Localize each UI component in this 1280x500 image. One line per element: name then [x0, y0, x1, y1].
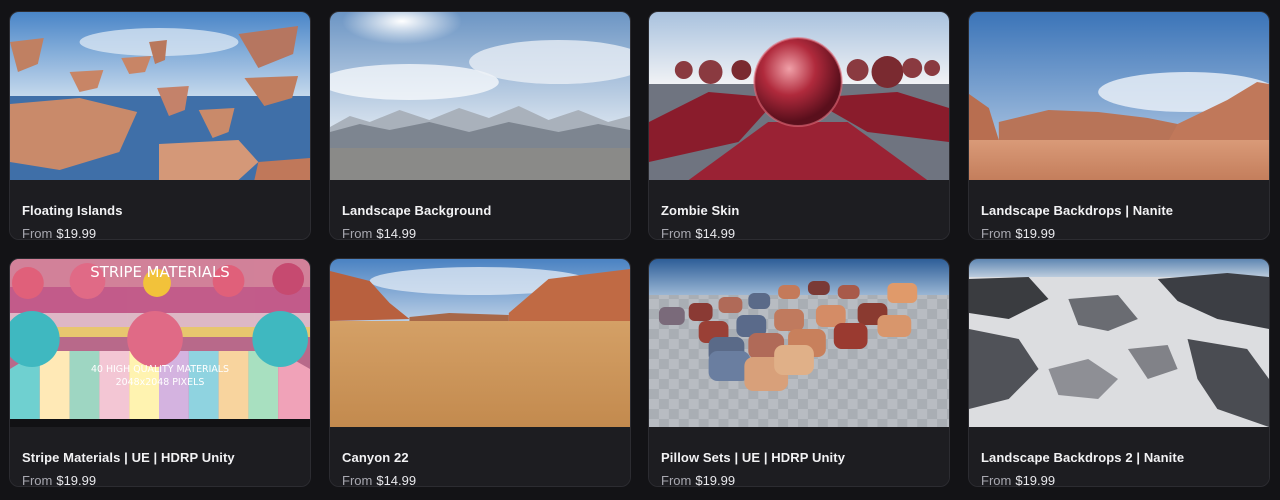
overlay-title: STRIPE MATERIALS: [90, 263, 229, 281]
price-amount: $14.99: [695, 226, 736, 240]
price-prefix: From: [661, 226, 692, 240]
product-card-canyon-22[interactable]: Canyon 22 From $14.99: [329, 258, 631, 487]
product-price: From $19.99: [22, 473, 97, 487]
product-thumbnail[interactable]: [969, 12, 1269, 180]
product-title[interactable]: Landscape Backdrops | Nanite: [981, 203, 1173, 218]
price-prefix: From: [342, 226, 373, 240]
price-amount: $14.99: [376, 226, 417, 240]
product-card-landscape-background[interactable]: Landscape Background From $14.99: [329, 11, 631, 240]
price-prefix: From: [22, 473, 53, 487]
price-prefix: From: [981, 473, 1012, 487]
price-prefix: From: [981, 226, 1012, 240]
product-card-landscape-backdrops-2-nanite[interactable]: Landscape Backdrops 2 | Nanite From $19.9…: [968, 258, 1270, 487]
product-card-stripe-materials[interactable]: STRIPE MATERIALS 40 HIGH QUALITY MATERIA…: [9, 258, 311, 487]
product-title[interactable]: Pillow Sets | UE | HDRP Unity: [661, 450, 845, 465]
product-thumbnail[interactable]: [649, 259, 949, 427]
product-thumbnail[interactable]: [10, 12, 310, 180]
product-thumbnail[interactable]: [649, 12, 949, 180]
price-amount: $19.99: [1015, 226, 1056, 240]
product-thumbnail[interactable]: [330, 12, 630, 180]
product-card-floating-islands[interactable]: Floating Islands From $19.99: [9, 11, 311, 240]
product-price: From $14.99: [661, 226, 736, 240]
price-amount: $19.99: [1015, 473, 1056, 487]
product-card-landscape-backdrops-nanite[interactable]: Landscape Backdrops | Nanite From $19.99: [968, 11, 1270, 240]
product-price: From $19.99: [981, 473, 1056, 487]
price-amount: $19.99: [56, 473, 97, 487]
product-thumbnail[interactable]: [969, 259, 1269, 427]
price-prefix: From: [661, 473, 692, 487]
product-title[interactable]: Floating Islands: [22, 203, 123, 218]
product-card-zombie-skin[interactable]: Zombie Skin From $14.99: [648, 11, 950, 240]
price-prefix: From: [22, 226, 53, 240]
product-title[interactable]: Stripe Materials | UE | HDRP Unity: [22, 450, 235, 465]
product-title[interactable]: Landscape Backdrops 2 | Nanite: [981, 450, 1184, 465]
price-amount: $19.99: [695, 473, 736, 487]
product-card-pillow-sets[interactable]: Pillow Sets | UE | HDRP Unity From $19.99: [648, 258, 950, 487]
product-title[interactable]: Zombie Skin: [661, 203, 739, 218]
product-title[interactable]: Landscape Background: [342, 203, 491, 218]
product-price: From $19.99: [22, 226, 97, 240]
product-price: From $14.99: [342, 226, 417, 240]
overlay-subtitle-1: 40 HIGH QUALITY MATERIALS: [91, 364, 229, 375]
product-price: From $19.99: [981, 226, 1056, 240]
price-prefix: From: [342, 473, 373, 487]
product-grid: Floating Islands From $19.99 Landscape B…: [0, 0, 1280, 500]
product-price: From $19.99: [661, 473, 736, 487]
product-thumbnail[interactable]: STRIPE MATERIALS 40 HIGH QUALITY MATERIA…: [10, 259, 310, 427]
price-amount: $14.99: [376, 473, 417, 487]
price-amount: $19.99: [56, 226, 97, 240]
product-title[interactable]: Canyon 22: [342, 450, 409, 465]
product-thumbnail[interactable]: [330, 259, 630, 427]
overlay-subtitle-2: 2048x2048 PIXELS: [116, 377, 205, 388]
product-price: From $14.99: [342, 473, 417, 487]
